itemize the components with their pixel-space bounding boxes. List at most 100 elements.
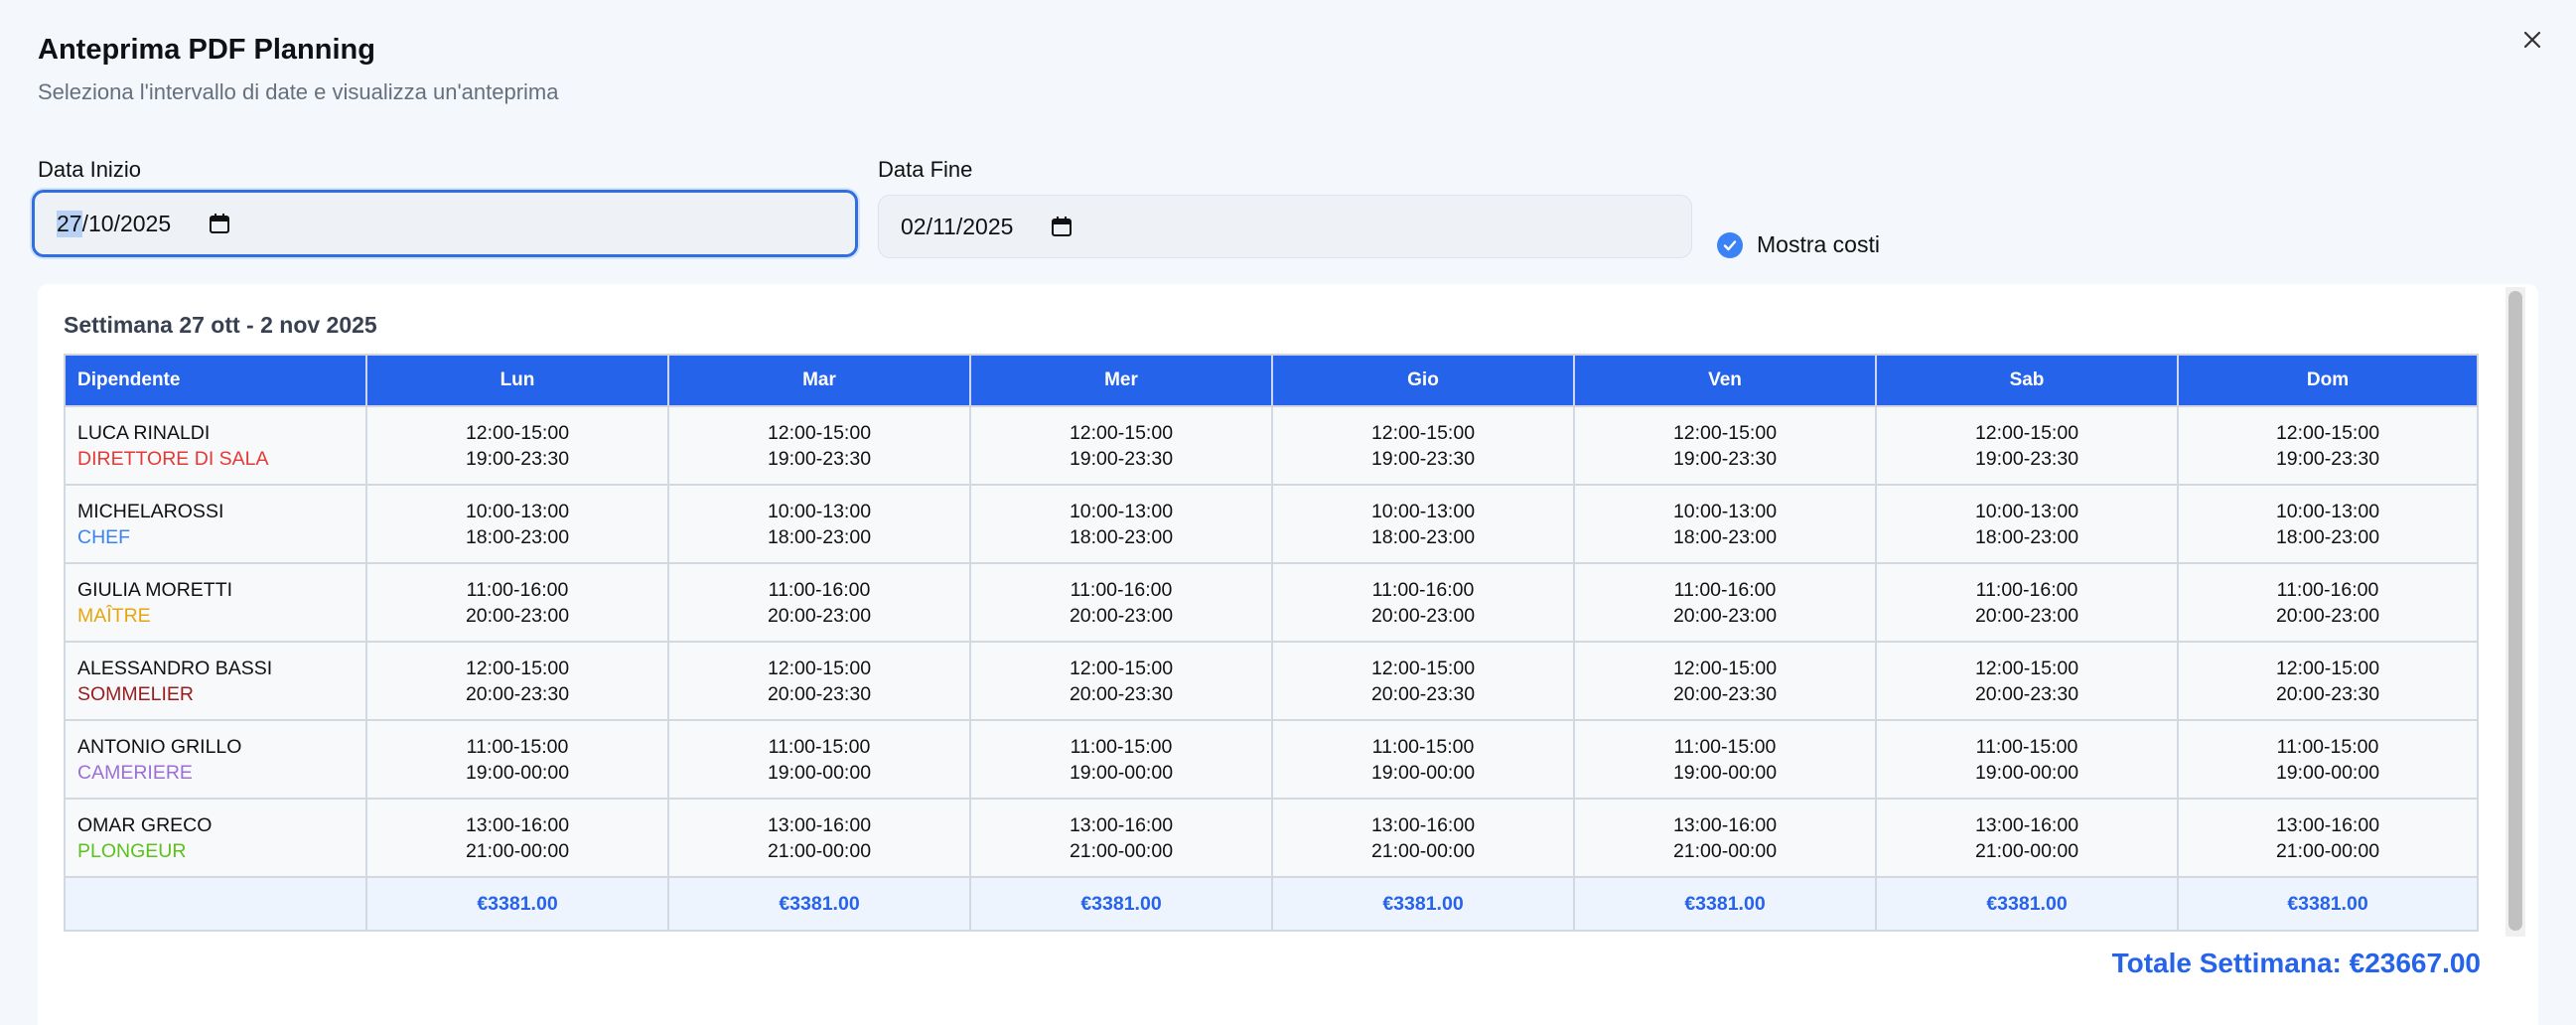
- shift-cell: 11:00-16:00 20:00-23:00: [969, 562, 1273, 643]
- shift-1: 10:00-13:00: [1974, 500, 2079, 522]
- shift-2: 18:00-23:00: [1370, 525, 1476, 548]
- shift-cell: 10:00-13:00 18:00-23:00: [667, 484, 971, 564]
- start-date-input[interactable]: 27/10/2025: [32, 190, 858, 257]
- shift-1: 11:00-15:00: [1673, 735, 1777, 758]
- employee-name: LUCA RINALDI: [77, 421, 211, 444]
- daily-total-cell: €3381.00: [365, 876, 669, 932]
- start-date-day: 27: [57, 210, 82, 237]
- shift-1: 12:00-15:00: [1672, 657, 1778, 679]
- employee-role: MAÎTRE: [77, 604, 151, 627]
- shift-1: 13:00-16:00: [1370, 813, 1476, 836]
- shift-cell: 11:00-15:00 19:00-00:00: [667, 719, 971, 800]
- shift-1: 11:00-15:00: [1975, 735, 2078, 758]
- employee-name: MICHELAROSSI: [77, 500, 224, 522]
- shift-cell: 13:00-16:00 21:00-00:00: [667, 798, 971, 878]
- totals-row: €3381.00 €3381.00 €3381.00 €3381.00 €3381.00…: [64, 876, 2479, 932]
- start-date-rest: /10/2025: [81, 210, 172, 236]
- shift-1: 11:00-16:00: [1975, 578, 2078, 601]
- shift-2: 19:00-23:30: [1370, 447, 1476, 470]
- shift-1: 11:00-16:00: [1070, 578, 1173, 601]
- employee-role: CHEF: [77, 525, 131, 548]
- shift-2: 19:00-23:30: [2275, 447, 2380, 470]
- employee-cell: OMAR GRECO PLONGEUR: [64, 798, 367, 878]
- start-date-label: Data Inizio: [38, 157, 141, 182]
- shift-2: 20:00-23:00: [1370, 604, 1476, 627]
- shift-cell: 11:00-15:00 19:00-00:00: [969, 719, 1273, 800]
- shift-1: 12:00-15:00: [1370, 421, 1476, 444]
- shift-cell: 13:00-16:00 21:00-00:00: [365, 798, 669, 878]
- daily-total-cell: €3381.00: [1573, 876, 1877, 932]
- shift-cell: 11:00-16:00 20:00-23:00: [1271, 562, 1575, 643]
- shift-1: 12:00-15:00: [1672, 421, 1778, 444]
- daily-total-cell: €3381.00: [969, 876, 1273, 932]
- shift-2: 21:00-00:00: [1370, 839, 1476, 862]
- calendar-icon[interactable]: [209, 213, 230, 234]
- close-button[interactable]: [2514, 22, 2550, 58]
- shift-1: 10:00-13:00: [465, 500, 570, 522]
- shift-2: 20:00-23:00: [465, 604, 570, 627]
- column-header-day: Mar: [667, 354, 971, 407]
- calendar-icon[interactable]: [1051, 216, 1073, 237]
- employee-name: OMAR GRECO: [77, 813, 213, 836]
- shift-cell: 12:00-15:00 19:00-23:30: [1271, 405, 1575, 486]
- shift-2: 19:00-23:30: [767, 447, 872, 470]
- planning-table: Dipendente Lun Mar Mer Gio Ven Sab Dom LUCA RIN…: [64, 354, 2479, 932]
- shift-cell: 12:00-15:00 20:00-23:30: [2177, 641, 2479, 721]
- shift-cell: 13:00-16:00 21:00-00:00: [2177, 798, 2479, 878]
- shift-1: 13:00-16:00: [1672, 813, 1778, 836]
- shift-1: 10:00-13:00: [1370, 500, 1476, 522]
- shift-cell: 11:00-15:00 19:00-00:00: [1271, 719, 1575, 800]
- close-icon: [2523, 31, 2541, 49]
- shift-cell: 12:00-15:00 19:00-23:30: [2177, 405, 2479, 486]
- shift-cell: 12:00-15:00 19:00-23:30: [969, 405, 1273, 486]
- shift-2: 19:00-00:00: [465, 761, 570, 784]
- shift-1: 12:00-15:00: [1974, 421, 2079, 444]
- shift-2: 21:00-00:00: [2275, 839, 2380, 862]
- shift-cell: 12:00-15:00 20:00-23:30: [667, 641, 971, 721]
- scrollbar[interactable]: [2505, 287, 2525, 937]
- daily-total-cell: €3381.00: [1875, 876, 2179, 932]
- shift-1: 12:00-15:00: [465, 657, 570, 679]
- shift-cell: 12:00-15:00 20:00-23:30: [1271, 641, 1575, 721]
- shift-1: 12:00-15:00: [2275, 421, 2380, 444]
- week-total: Totale Settimana: €23667.00: [2111, 948, 2481, 978]
- employee-role: DIRETTORE DI SALA: [77, 447, 269, 470]
- employee-cell: ALESSANDRO BASSI SOMMELIER: [64, 641, 367, 721]
- shift-1: 12:00-15:00: [1370, 657, 1476, 679]
- shift-cell: 13:00-16:00 21:00-00:00: [969, 798, 1273, 878]
- end-date-value: 02/11/2025: [901, 213, 1014, 239]
- column-header-day: Sab: [1875, 354, 2179, 407]
- employee-cell: ANTONIO GRILLO CAMERIERE: [64, 719, 367, 800]
- shift-2: 18:00-23:00: [1069, 525, 1174, 548]
- shift-cell: 10:00-13:00 18:00-23:00: [1573, 484, 1877, 564]
- shift-1: 13:00-16:00: [767, 813, 872, 836]
- shift-2: 20:00-23:30: [1974, 682, 2079, 705]
- employee-name: ALESSANDRO BASSI: [77, 657, 273, 679]
- shift-2: 19:00-00:00: [2275, 761, 2380, 784]
- show-costs-toggle[interactable]: Mostra costi: [1717, 231, 1880, 258]
- shift-1: 12:00-15:00: [1069, 421, 1174, 444]
- shift-2: 20:00-23:30: [1370, 682, 1476, 705]
- shift-2: 19:00-23:30: [1672, 447, 1778, 470]
- shift-2: 20:00-23:00: [1974, 604, 2079, 627]
- shift-1: 11:00-15:00: [1371, 735, 1475, 758]
- shift-1: 11:00-15:00: [768, 735, 871, 758]
- shift-2: 19:00-00:00: [1672, 761, 1778, 784]
- shift-2: 20:00-23:30: [1069, 682, 1174, 705]
- shift-cell: 13:00-16:00 21:00-00:00: [1271, 798, 1575, 878]
- check-icon: [1723, 239, 1737, 250]
- checkbox[interactable]: [1717, 231, 1743, 258]
- dialog-subtitle: Seleziona l'intervallo di date e visuali…: [38, 79, 559, 104]
- shift-cell: 12:00-15:00 20:00-23:30: [1875, 641, 2179, 721]
- column-header-day: Mer: [969, 354, 1273, 407]
- shift-1: 10:00-13:00: [1069, 500, 1174, 522]
- table-row: ALESSANDRO BASSI SOMMELIER 12:00-15:00 20:0…: [64, 641, 2479, 721]
- shift-2: 19:00-23:30: [1974, 447, 2079, 470]
- end-date-input[interactable]: 02/11/2025: [878, 195, 1692, 258]
- employee-cell: LUCA RINALDI DIRETTORE DI SALA: [64, 405, 367, 486]
- shift-cell: 10:00-13:00 18:00-23:00: [1875, 484, 2179, 564]
- shift-2: 21:00-00:00: [767, 839, 872, 862]
- shift-cell: 10:00-13:00 18:00-23:00: [365, 484, 669, 564]
- shift-cell: 12:00-15:00 20:00-23:30: [365, 641, 669, 721]
- scrollbar-thumb[interactable]: [2508, 291, 2522, 931]
